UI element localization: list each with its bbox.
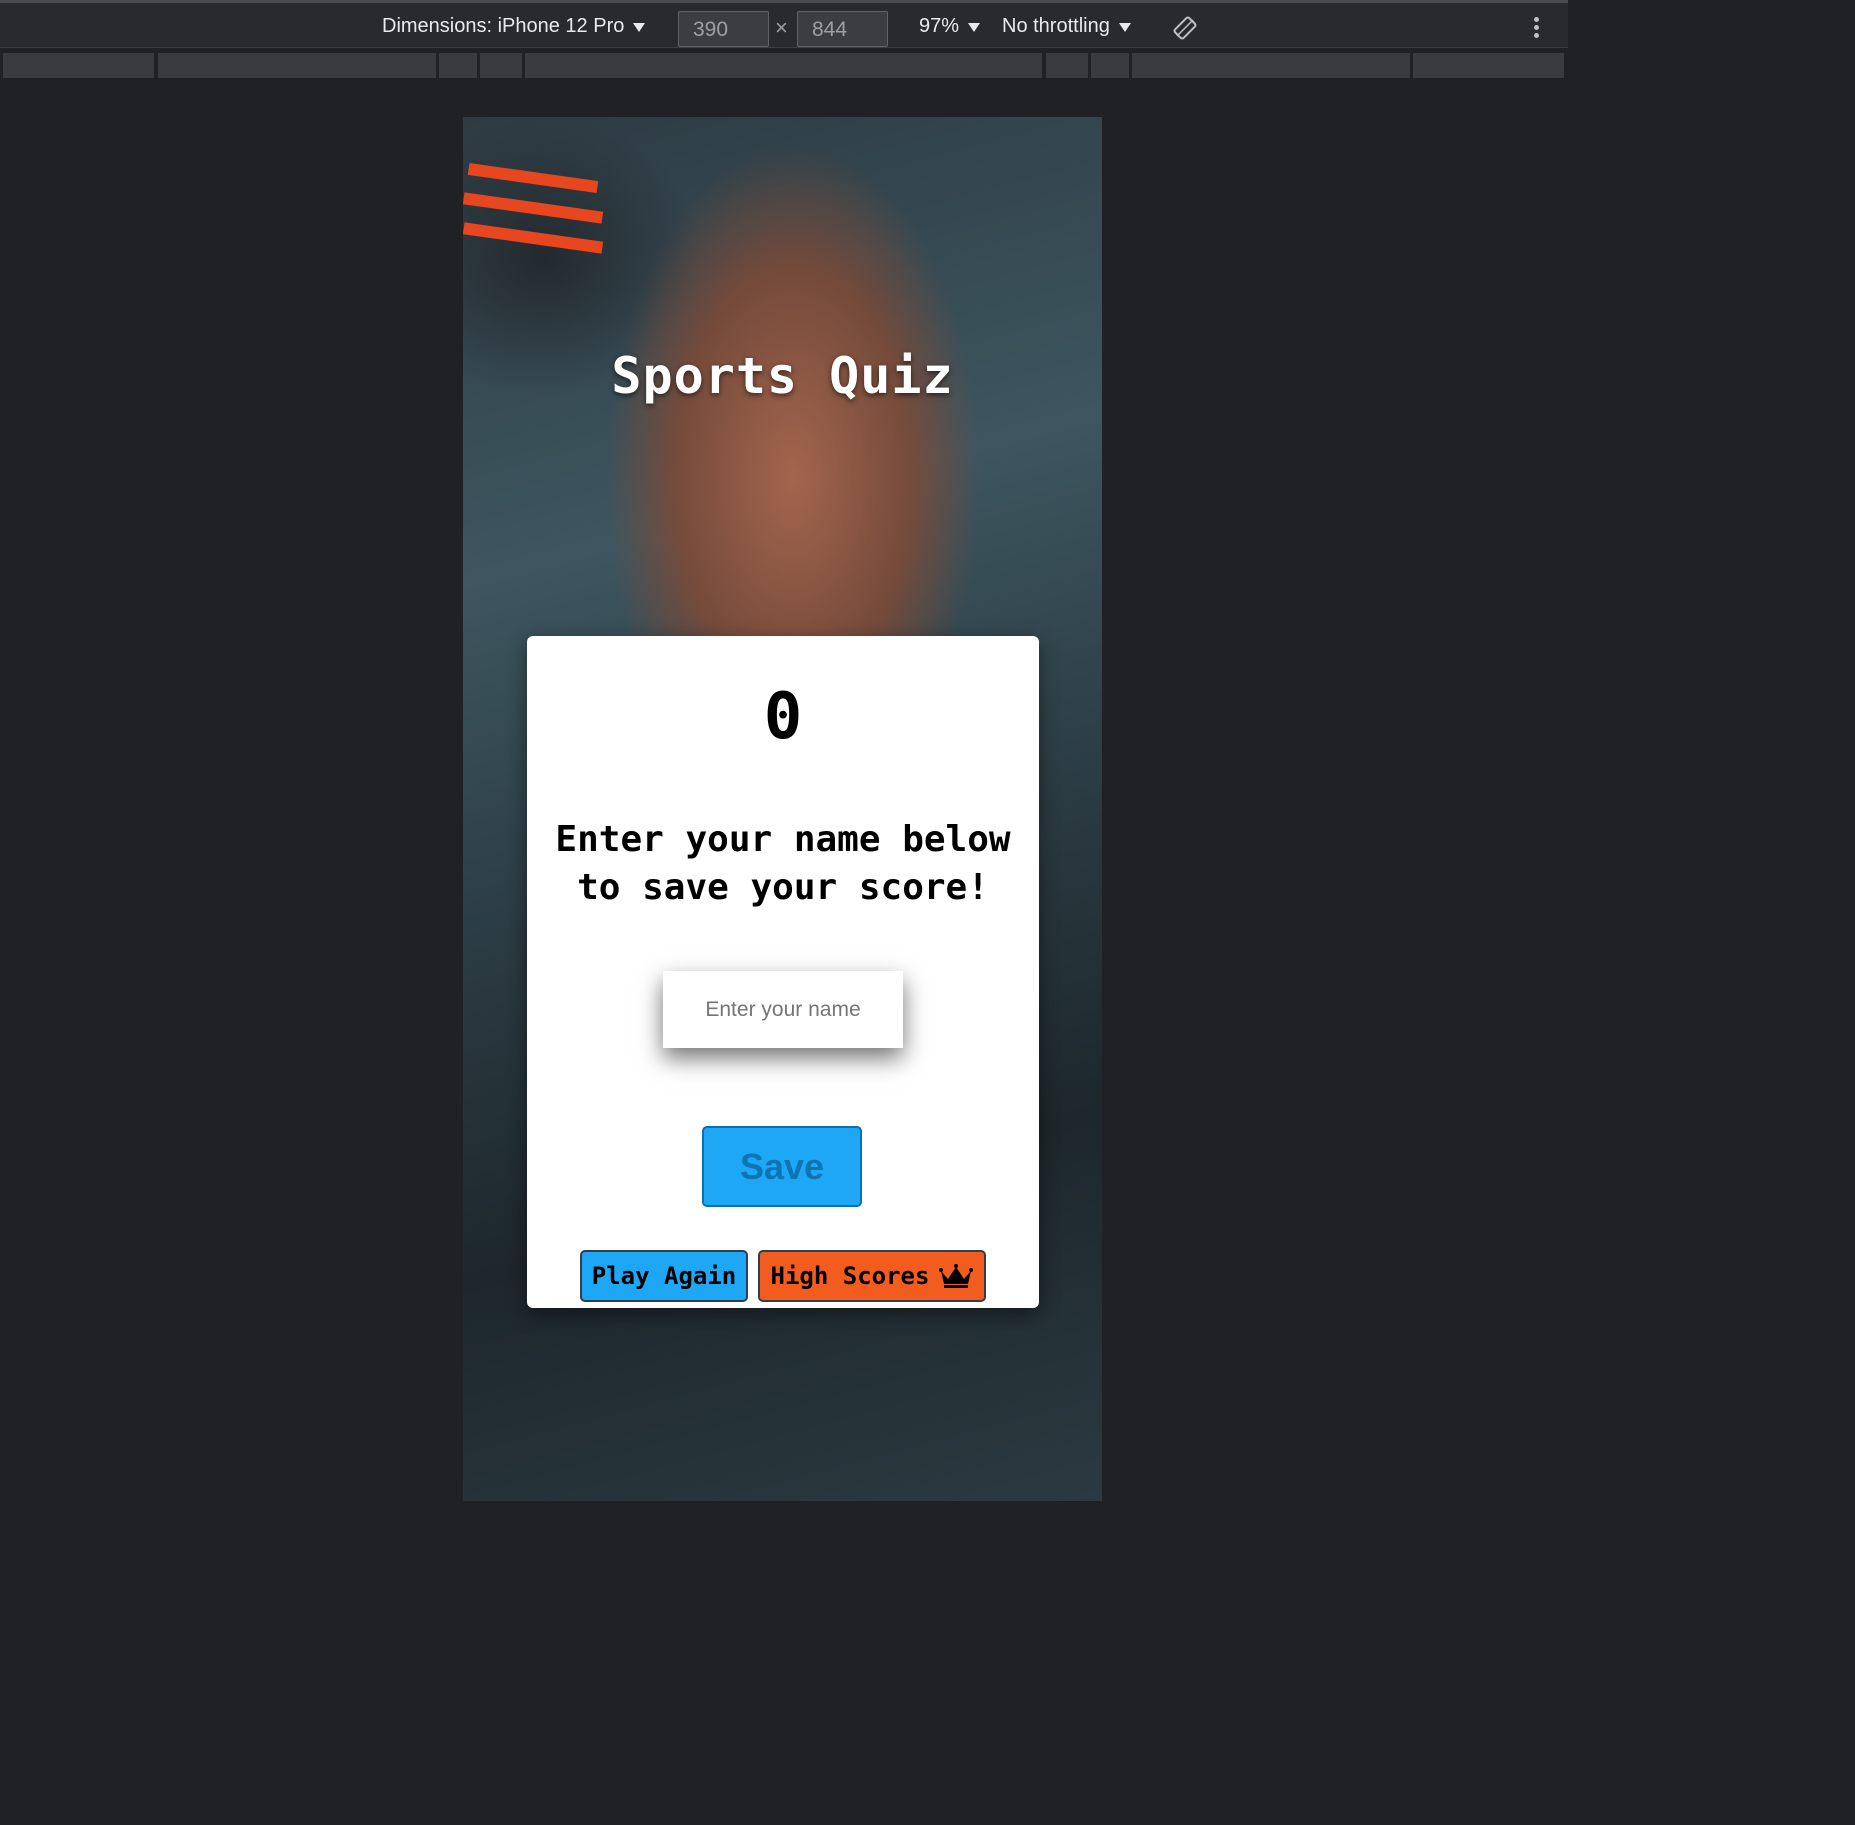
media-query-ruler xyxy=(0,50,1568,80)
ruler-segment[interactable] xyxy=(480,53,522,78)
ruler-segment[interactable] xyxy=(1091,53,1129,78)
ruler-segment[interactable] xyxy=(439,53,477,78)
height-input[interactable]: 844 xyxy=(797,11,888,47)
ruler-segment[interactable] xyxy=(3,53,154,78)
play-again-label: Play Again xyxy=(591,1262,737,1290)
ruler-segment[interactable] xyxy=(158,53,436,78)
rotate-icon[interactable] xyxy=(1173,16,1197,40)
ruler-segment[interactable] xyxy=(1046,53,1088,78)
end-card: 0 Enter your name below to save your sco… xyxy=(527,636,1039,1308)
width-input[interactable]: 390 xyxy=(678,11,769,47)
ruler-segment[interactable] xyxy=(1132,53,1410,78)
times-icon: × xyxy=(775,15,788,40)
save-button[interactable]: Save xyxy=(702,1126,862,1207)
throttling-label: No throttling xyxy=(1002,14,1110,37)
play-again-button[interactable]: Play Again xyxy=(580,1250,748,1302)
app-title: Sports Quiz xyxy=(611,347,954,405)
save-score-prompt: Enter your name below to save your score… xyxy=(555,819,1011,908)
crown-icon xyxy=(939,1264,974,1288)
high-scores-button[interactable]: High Scores xyxy=(758,1250,986,1302)
zoom-dropdown[interactable]: 97% xyxy=(919,3,981,49)
ruler-segment[interactable] xyxy=(525,53,1042,78)
chevron-down-icon xyxy=(633,22,646,32)
throttling-dropdown[interactable]: No throttling xyxy=(1002,3,1131,49)
high-scores-label: High Scores xyxy=(770,1262,930,1290)
ruler-segment[interactable] xyxy=(1413,53,1564,78)
more-options-icon[interactable] xyxy=(1532,17,1542,41)
final-score: 0 xyxy=(763,680,803,754)
device-viewport: Sports Quiz 0 Enter your name below to s… xyxy=(463,117,1102,1501)
dimensions-label: Dimensions: iPhone 12 Pro xyxy=(382,14,625,37)
device-toolbar: Dimensions: iPhone 12 Pro 390 × 844 97% … xyxy=(0,0,1568,48)
name-input[interactable] xyxy=(663,971,903,1048)
chevron-down-icon xyxy=(1118,22,1131,32)
zoom-label: 97% xyxy=(919,14,960,37)
chevron-down-icon xyxy=(968,22,981,32)
dimensions-dropdown[interactable]: Dimensions: iPhone 12 Pro xyxy=(382,3,646,49)
